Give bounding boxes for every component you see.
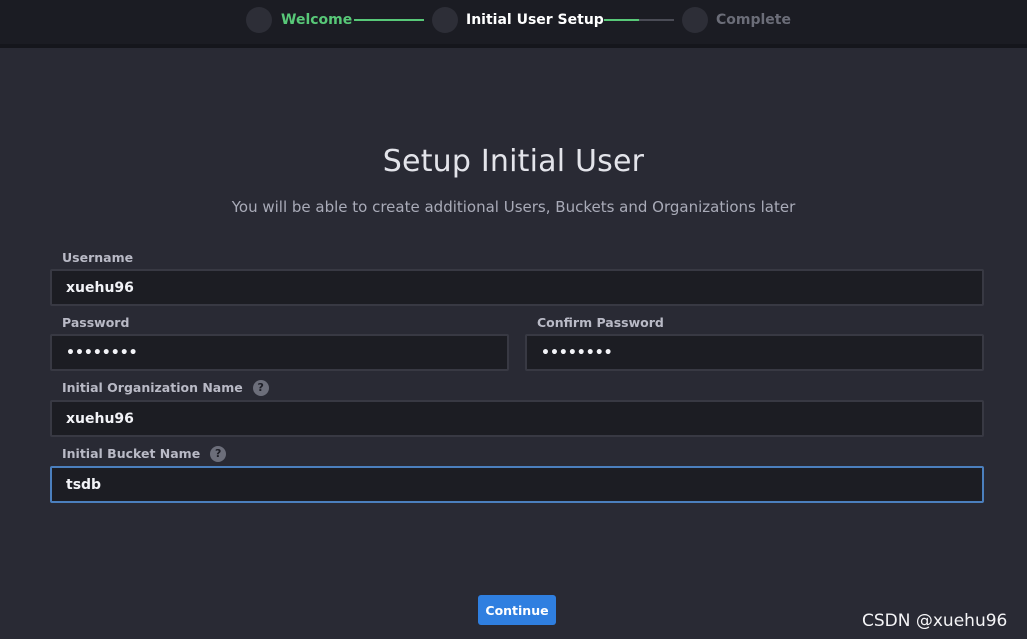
password-label: Password	[62, 315, 130, 330]
bucket-label: Initial Bucket Name?	[62, 445, 227, 462]
password-input[interactable]	[50, 334, 509, 371]
username-label: Username	[62, 250, 134, 265]
organization-help-icon[interactable]: ?	[252, 379, 269, 396]
organization-label: Initial Organization Name?	[62, 379, 269, 396]
step-complete-icon	[682, 7, 708, 33]
step-connector-2-progress	[604, 19, 639, 21]
page-title: Setup Initial User	[382, 144, 645, 179]
organization-label-text: Initial Organization Name	[62, 380, 243, 395]
page-subtitle: You will be able to create additional Us…	[231, 198, 796, 216]
step-connector-1	[354, 19, 424, 21]
step-welcome-label: Welcome	[281, 12, 353, 28]
bucket-help-icon[interactable]: ?	[210, 445, 227, 462]
setup-stepper: Welcome Initial User Setup Complete	[0, 0, 1027, 48]
bucket-input[interactable]	[50, 466, 984, 503]
step-user-setup-label: Initial User Setup	[466, 12, 604, 28]
step-connector-2-remaining	[639, 19, 674, 21]
continue-button[interactable]: Continue	[478, 595, 556, 625]
confirm-password-label: Confirm Password	[537, 315, 664, 330]
organization-input[interactable]	[50, 400, 984, 437]
step-complete-label: Complete	[716, 12, 791, 28]
username-input[interactable]	[50, 269, 984, 306]
confirm-password-input[interactable]	[525, 334, 984, 371]
watermark: CSDN @xuehu96	[862, 611, 1008, 631]
bucket-label-text: Initial Bucket Name	[62, 446, 201, 461]
step-welcome-icon	[246, 7, 272, 33]
step-user-setup-icon	[432, 7, 458, 33]
